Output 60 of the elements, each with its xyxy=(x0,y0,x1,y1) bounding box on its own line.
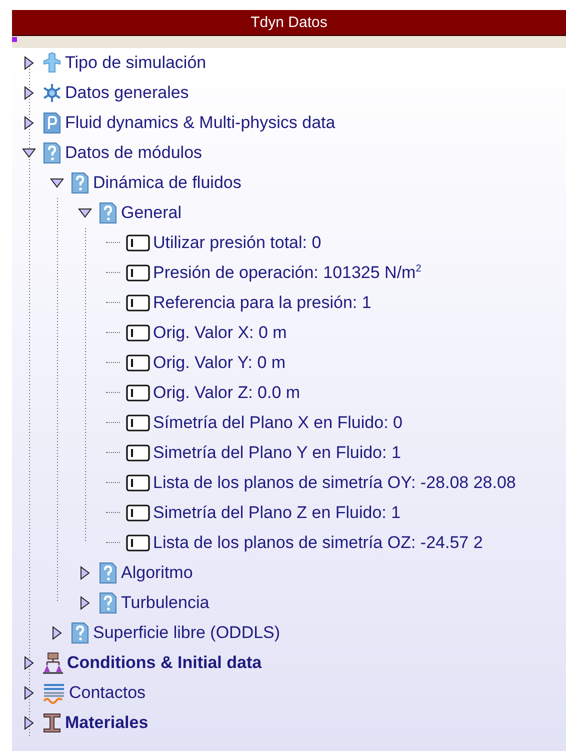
expand-toggle[interactable] xyxy=(22,686,36,700)
property-item[interactable]: Orig. Valor Z: 0.0 m xyxy=(153,382,300,404)
field-icon xyxy=(126,444,150,462)
expand-toggle[interactable] xyxy=(78,566,92,580)
expand-toggle[interactable] xyxy=(78,596,92,610)
tree-node[interactable]: Algoritmo xyxy=(121,562,193,584)
field-icon xyxy=(126,264,150,282)
field-icon xyxy=(126,354,150,372)
expand-toggle[interactable] xyxy=(22,116,36,130)
property-item[interactable]: Utilizar presión total: 0 xyxy=(153,232,322,254)
expand-toggle[interactable] xyxy=(22,656,36,670)
tree-node[interactable]: General xyxy=(121,202,182,224)
expand-toggle[interactable] xyxy=(22,86,36,100)
figure-icon xyxy=(44,52,60,72)
beam-icon xyxy=(44,714,60,732)
tree-node[interactable]: Fluid dynamics & Multi-physics data xyxy=(65,112,336,134)
tree-node[interactable]: Contactos xyxy=(69,682,146,704)
property-item[interactable]: Simetría del Plano Z en Fluido: 1 xyxy=(153,502,401,524)
field-icon xyxy=(126,504,150,522)
help-document-icon xyxy=(100,202,116,224)
tree-node[interactable]: Datos de módulos xyxy=(65,142,202,164)
field-icon xyxy=(126,324,150,342)
property-item[interactable]: Símetría del Plano X en Fluido: 0 xyxy=(153,412,402,434)
property-item[interactable]: Presión de operación: 101325 N/m$^{2}$ xyxy=(153,262,422,284)
tree-node[interactable]: Materiales xyxy=(65,712,148,734)
collapse-toggle[interactable] xyxy=(78,206,92,220)
field-icon xyxy=(126,534,150,552)
collapse-toggle[interactable] xyxy=(50,176,64,190)
tree-node[interactable]: Turbulencia xyxy=(121,592,210,614)
expand-toggle[interactable] xyxy=(22,56,36,70)
field-icon xyxy=(126,234,150,252)
help-document-icon xyxy=(44,142,60,164)
tree-node[interactable]: Tipo de simulación xyxy=(65,52,206,74)
tree-node[interactable]: Dinámica de fluidos xyxy=(93,172,242,194)
property-item[interactable]: Orig. Valor Y: 0 m xyxy=(153,352,286,374)
marker-icon xyxy=(12,37,17,42)
expand-toggle[interactable] xyxy=(22,716,36,730)
window-title: Tdyn Datos xyxy=(12,10,566,36)
property-item[interactable]: Orig. Valor X: 0 m xyxy=(153,322,287,344)
lines-icon xyxy=(43,684,65,704)
tree-node[interactable]: Superficie libre (ODDLS) xyxy=(93,622,280,644)
snowflake-icon xyxy=(43,83,61,103)
field-icon xyxy=(126,294,150,312)
property-item[interactable]: Lista de los planos de simetría OY: -28.08 28.08 xyxy=(153,472,516,494)
field-icon xyxy=(126,474,150,492)
property-item[interactable]: Referencia para la presión: 1 xyxy=(153,292,372,314)
tree-node[interactable]: Datos generales xyxy=(65,82,189,104)
property-item[interactable]: Lista de los planos de simetría OZ: -24.57 2 xyxy=(153,532,483,554)
help-document-icon xyxy=(72,172,88,194)
help-document-icon xyxy=(100,562,116,584)
field-icon xyxy=(126,384,150,402)
collapse-toggle[interactable] xyxy=(22,146,36,160)
tree-node[interactable]: Conditions & Initial data xyxy=(67,652,262,674)
expand-toggle[interactable] xyxy=(50,626,64,640)
help-document-icon xyxy=(100,592,116,614)
field-icon xyxy=(126,414,150,432)
property-item[interactable]: Simetría del Plano Y en Fluido: 1 xyxy=(153,442,401,464)
hierarchy-icon xyxy=(43,652,63,674)
document-icon xyxy=(44,112,60,134)
help-document-icon xyxy=(72,622,88,644)
